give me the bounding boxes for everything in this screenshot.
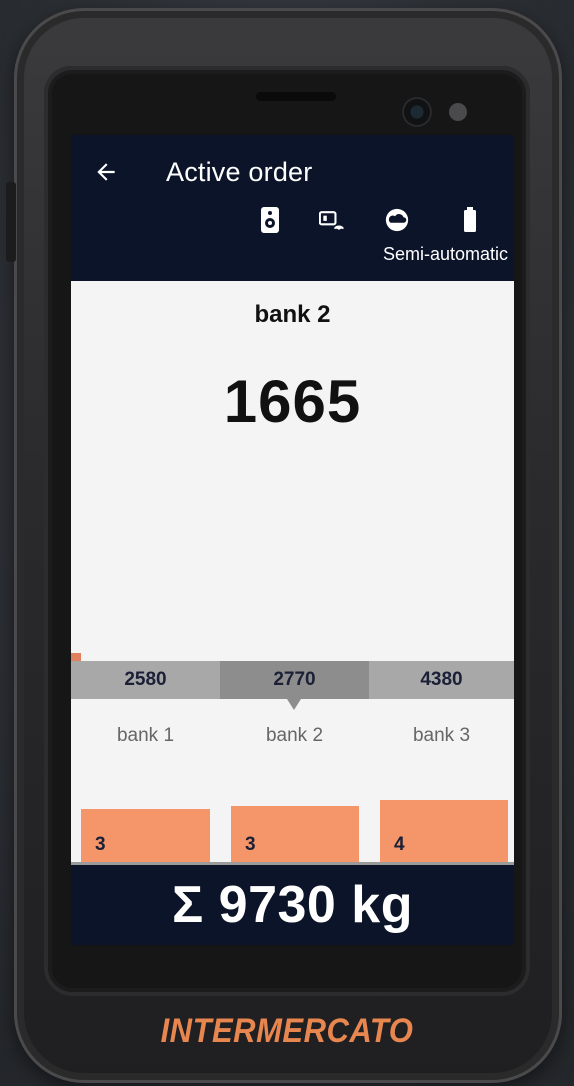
front-camera <box>402 97 432 127</box>
app-screen: Active order Semi-automatic bank 2 1665 … <box>71 135 514 945</box>
side-button <box>6 182 16 262</box>
app-bar: Active order Semi-automatic <box>71 135 514 281</box>
active-tab-pointer <box>287 699 301 710</box>
arrow-left-icon <box>97 163 115 181</box>
bank-weight-tabs: 2580 2770 4380 <box>71 661 514 699</box>
current-weight-value: 1665 <box>223 368 362 435</box>
proximity-sensor <box>449 103 467 121</box>
bank-1-label[interactable]: bank 1 <box>71 725 220 747</box>
weighing-mode-label[interactable]: Semi-automatic <box>383 243 508 265</box>
bank-3-fill-bar[interactable]: 4 <box>380 800 508 862</box>
total-weight: Σ 9730 kg <box>172 876 413 934</box>
bank-2-count: 3 <box>245 834 256 855</box>
tab-bank-1-weight[interactable]: 2580 <box>71 661 220 699</box>
back-button[interactable] <box>89 155 123 189</box>
battery-icon <box>457 206 483 234</box>
tab-bank-2-weight[interactable]: 2770 <box>220 661 369 699</box>
current-weighing-panel: bank 2 1665 <box>71 281 514 661</box>
earpiece-speaker <box>256 92 336 101</box>
brand-logo: INTERMERCATO <box>160 1011 414 1050</box>
bank-labels: bank 1 bank 2 bank 3 <box>71 725 514 755</box>
cloud-icon <box>384 206 410 234</box>
bank-1-fill-bar[interactable]: 3 <box>81 809 210 862</box>
card-reader-icon <box>319 206 345 234</box>
total-weight-bar: Σ 9730 kg <box>71 865 514 945</box>
bank-3-label[interactable]: bank 3 <box>369 725 514 747</box>
bank-1-count: 3 <box>95 834 106 855</box>
current-bank-name: bank 2 <box>254 301 331 328</box>
bank-3-count: 4 <box>394 834 405 855</box>
bank-2-label[interactable]: bank 2 <box>220 725 369 747</box>
bank-2-fill-bar[interactable]: 3 <box>231 806 359 862</box>
page-title: Active order <box>166 157 313 187</box>
tab-bank-3-weight[interactable]: 4380 <box>369 661 514 699</box>
speaker-icon <box>257 206 283 234</box>
